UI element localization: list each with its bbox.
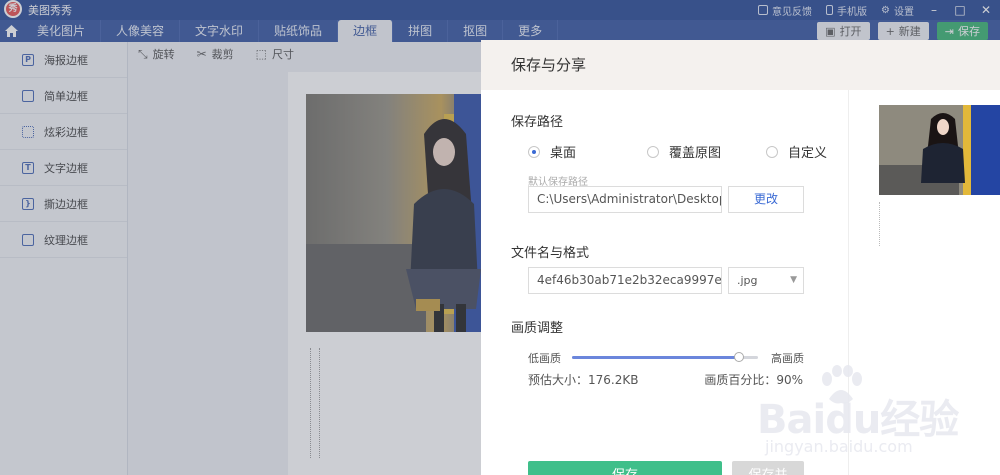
quality-slider[interactable] — [572, 352, 758, 362]
radio-overwrite[interactable]: 覆盖原图 — [647, 142, 766, 161]
quality-slider-thumb[interactable] — [734, 352, 744, 362]
quality-slider-row: 低画质 高画质 — [528, 349, 804, 365]
save-path-heading: 保存路径 — [511, 115, 564, 130]
radio-unchecked-icon — [766, 145, 778, 158]
format-select[interactable]: .jpg ▼ — [728, 267, 804, 294]
save-preview — [848, 90, 1000, 475]
change-path-button[interactable]: 更改 — [728, 186, 804, 213]
radio-checked-icon — [528, 145, 540, 158]
quality-low-label: 低画质 — [528, 352, 561, 365]
quality-high-label: 高画质 — [771, 352, 804, 365]
preview-thumbnail — [879, 105, 1000, 195]
dialog-title: 保存与分享 — [481, 40, 1000, 90]
save-and-share-button[interactable]: 保存并 — [732, 461, 804, 475]
dialog-form: 保存路径 桌面 覆盖原图 自定义 默认保存路径 C:\Users\Adminis… — [481, 90, 848, 475]
save-share-dialog: 保存与分享 保存路径 桌面 覆盖原图 自定义 默认保存路径 C:\Users\A… — [481, 40, 1000, 475]
preview-caption-text — [879, 202, 883, 246]
quality-percent: 画质百分比：90% — [704, 373, 803, 387]
chevron-down-icon: ▼ — [790, 275, 797, 285]
save-path-field[interactable]: C:\Users\Administrator\Desktop — [528, 186, 722, 213]
save-path-radio-group: 桌面 覆盖原图 自定义 — [528, 142, 885, 161]
estimated-size: 预估大小：176.2KB — [528, 373, 639, 387]
radio-desktop[interactable]: 桌面 — [528, 142, 647, 161]
quality-heading: 画质调整 — [511, 321, 564, 336]
save-button[interactable]: 保存 — [528, 461, 722, 475]
quality-slider-fill — [572, 356, 739, 359]
radio-unchecked-icon — [647, 145, 659, 158]
filename-format-heading: 文件名与格式 — [511, 246, 590, 261]
filename-field[interactable]: 4ef46b30ab71e2b32eca9997e... — [528, 267, 722, 294]
